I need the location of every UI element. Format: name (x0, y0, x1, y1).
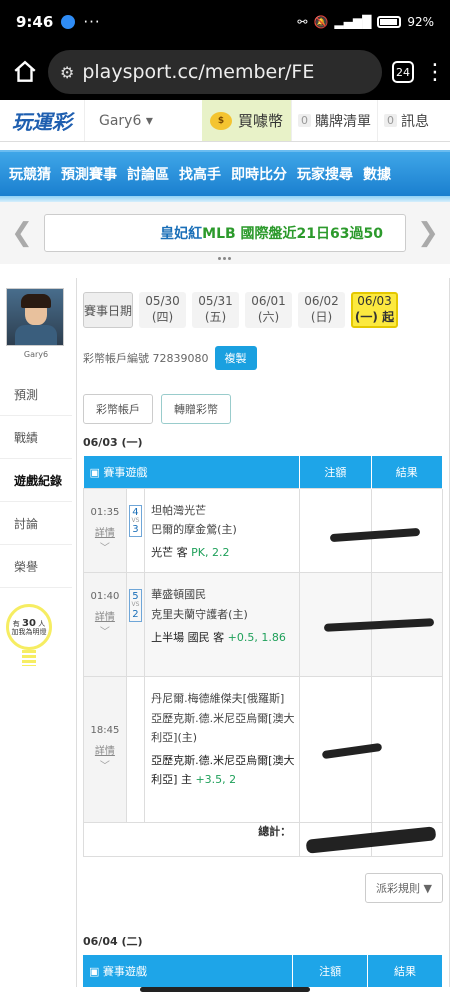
avatar-name: Gary6 (23, 350, 49, 359)
day-header: 06/03 (一) (83, 436, 143, 449)
column-header: 注額 (299, 456, 372, 488)
table-row: 01:35 詳情 ﹀ 4 VS 3 坦帕灣光芒 巴爾的摩金鶯(主) 光芒 客 PK, 2.2 (83, 487, 444, 574)
messenger-icon (61, 15, 76, 29)
url-bar[interactable]: ⚙ playsport.cc/member/FE (48, 50, 382, 94)
column-header: 結果 (371, 456, 444, 488)
bulb-text: 加我為明燈 (11, 627, 47, 636)
avatar[interactable] (6, 288, 64, 346)
buy-coin-label: 買噱幣 (238, 112, 284, 130)
site-settings-icon[interactable]: ⚙ (60, 63, 74, 82)
date-selector: 賽事日期 05/30 (四) 05/31 (五) 06/01 (六) 06/02 (日)… (83, 292, 443, 328)
cart-link[interactable]: 0 購牌清單 (291, 100, 377, 141)
wallet-buttons: 彩幣帳戶 轉贈彩幣 (83, 394, 443, 424)
table-row: 18:45 詳情 ﹀ 丹尼爾.梅德維傑夫[俄羅斯] 亞歷克斯.德.米尼亞烏爾[澳大利亞… (83, 676, 444, 824)
chevron-down-icon[interactable]: ﹀ (84, 757, 126, 772)
carousel-dots (218, 257, 231, 260)
nav-item-experts[interactable]: 找高手 (174, 164, 226, 184)
bulb-prefix: 有 (12, 619, 20, 628)
signal-icon: ▂▄▆█ (334, 15, 372, 29)
nav-item-livescore[interactable]: 即時比分 (226, 164, 292, 184)
sidebar-item-game-log[interactable]: 遊戲紀錄 (0, 459, 72, 502)
browser-toolbar: ⚙ playsport.cc/member/FE 24 ⋮ (0, 44, 450, 100)
link-icon: ⚯ (297, 15, 308, 29)
banner-prefix: 皇妃紅 (160, 226, 203, 242)
game-time: 01:35 (90, 506, 120, 518)
bulb-count: 30 (22, 617, 36, 629)
games-table: ▣ 賽事遊戲 注額 結果 (83, 955, 443, 988)
page-content: Gary6 預測 戰績 遊戲紀錄 討論 榮譽 有 30 人 加我為明燈 賽事日期… (0, 264, 450, 988)
status-time: 9:46 (16, 13, 54, 31)
main-panel: 賽事日期 05/30 (四) 05/31 (五) 06/01 (六) 06/02 (日)… (76, 278, 450, 988)
column-header: ▣ 賽事遊戲 (83, 955, 294, 988)
nav-item-player-search[interactable]: 玩家搜尋 (292, 164, 358, 184)
game-time: 18:45 (90, 725, 120, 737)
date-button[interactable]: 05/30 (四) (139, 292, 186, 328)
total-row: 總計： (82, 822, 444, 858)
nav-item-predict[interactable]: 預測賽事 (56, 164, 122, 184)
date-button-selected[interactable]: 06/03 (一) 起 (351, 292, 398, 328)
bulb-unit: 人 (38, 619, 46, 628)
battery-icon (377, 16, 402, 28)
date-label: 賽事日期 (83, 292, 133, 328)
carousel-next-icon[interactable]: ❯ (406, 218, 450, 248)
detail-link[interactable]: 詳情 (84, 742, 126, 757)
nav-item-forum[interactable]: 討論區 (122, 164, 174, 184)
payout-rules-dropdown[interactable]: 派彩規則 ▼ (365, 873, 443, 904)
promo-banner[interactable]: 皇妃紅 MLB 國際盤近21日63過50 (44, 214, 406, 252)
coin-icon: $ (210, 111, 232, 130)
table-row: 01:40 詳情 ﹀ 5 VS 2 華盛頓國民 克里夫蘭守護者(主) 上半場 國民 客 +0… (83, 572, 444, 678)
messages-count: 0 (384, 114, 398, 127)
menu-icon[interactable]: ⋮ (424, 60, 446, 85)
carousel-prev-icon[interactable]: ❮ (0, 218, 44, 248)
total-label: 總計： (82, 822, 301, 858)
cart-label: 購牌清單 (315, 113, 372, 130)
date-button[interactable]: 06/01 (六) (245, 292, 292, 328)
date-button[interactable]: 05/31 (五) (192, 292, 239, 328)
tab-switcher-button[interactable]: 24 (392, 61, 414, 83)
games-table: ▣ 賽事遊戲 注額 結果 01:35 詳情 ﹀ 4 VS 3 坦帕灣光芒 巴爾的摩金鶯(主… (82, 456, 444, 858)
site-logo[interactable]: 玩運彩 (0, 100, 84, 142)
home-icon[interactable] (12, 59, 38, 85)
transfer-button[interactable]: 轉贈彩幣 (161, 394, 231, 424)
status-bar: 9:46 ··· ⚯ 🔕 ▂▄▆█ 92% (0, 0, 450, 44)
lightbulb-follow-button[interactable]: 有 30 人 加我為明燈 (6, 604, 52, 650)
lightbulb-icon (22, 650, 36, 666)
user-menu[interactable]: Gary6 ▾ (84, 100, 202, 141)
day-header: 06/04 (二) (83, 935, 143, 949)
account-number: 彩幣帳戶編號 72839080 (83, 352, 209, 365)
buy-coin-button[interactable]: $ 買噱幣 (202, 100, 292, 141)
column-header: ▣ 賽事遊戲 (83, 456, 301, 488)
wallet-button[interactable]: 彩幣帳戶 (83, 394, 153, 424)
more-notifications-icon: ··· (83, 13, 101, 31)
sidebar-item-record[interactable]: 戰績 (0, 416, 72, 459)
nav-item-data[interactable]: 數據 (358, 164, 396, 184)
column-header: 注額 (292, 955, 369, 988)
profile-sidebar: Gary6 預測 戰績 遊戲紀錄 討論 榮譽 有 30 人 加我為明燈 (0, 278, 72, 987)
sidebar-item-discuss[interactable]: 討論 (0, 502, 72, 545)
main-nav: 玩競猜 預測賽事 討論區 找高手 即時比分 玩家搜尋 數據 (0, 150, 450, 196)
nav-item-guess[interactable]: 玩競猜 (4, 164, 56, 184)
site-header: 玩運彩 Gary6 ▾ $ 買噱幣 0 購牌清單 0 訊息 (0, 100, 450, 142)
status-icons: ⚯ 🔕 ▂▄▆█ 92% (297, 15, 434, 29)
account-number-row: 彩幣帳戶編號 72839080 複製 (83, 346, 443, 370)
messages-link[interactable]: 0 訊息 (377, 100, 435, 141)
sidebar-item-predict[interactable]: 預測 (0, 373, 72, 416)
battery-percent: 92% (407, 15, 434, 29)
copy-button[interactable]: 複製 (214, 346, 257, 370)
mute-icon: 🔕 (313, 15, 329, 29)
promo-carousel: ❮ 皇妃紅 MLB 國際盤近21日63過50 ❯ (0, 202, 450, 264)
detail-link[interactable]: 詳情 (84, 524, 126, 539)
sidebar-item-honor[interactable]: 榮譽 (0, 545, 72, 588)
banner-text: MLB 國際盤近21日63過50 (202, 226, 383, 242)
game-time: 01:40 (90, 591, 120, 603)
chevron-down-icon[interactable]: ﹀ (84, 623, 126, 638)
column-header: 結果 (367, 955, 443, 988)
gesture-bar (140, 987, 310, 992)
url-text: playsport.cc/member/FE (82, 61, 315, 83)
messages-label: 訊息 (401, 113, 430, 130)
cart-count: 0 (298, 114, 312, 127)
detail-link[interactable]: 詳情 (84, 608, 126, 623)
chevron-down-icon[interactable]: ﹀ (84, 539, 126, 554)
date-button[interactable]: 06/02 (日) (298, 292, 345, 328)
